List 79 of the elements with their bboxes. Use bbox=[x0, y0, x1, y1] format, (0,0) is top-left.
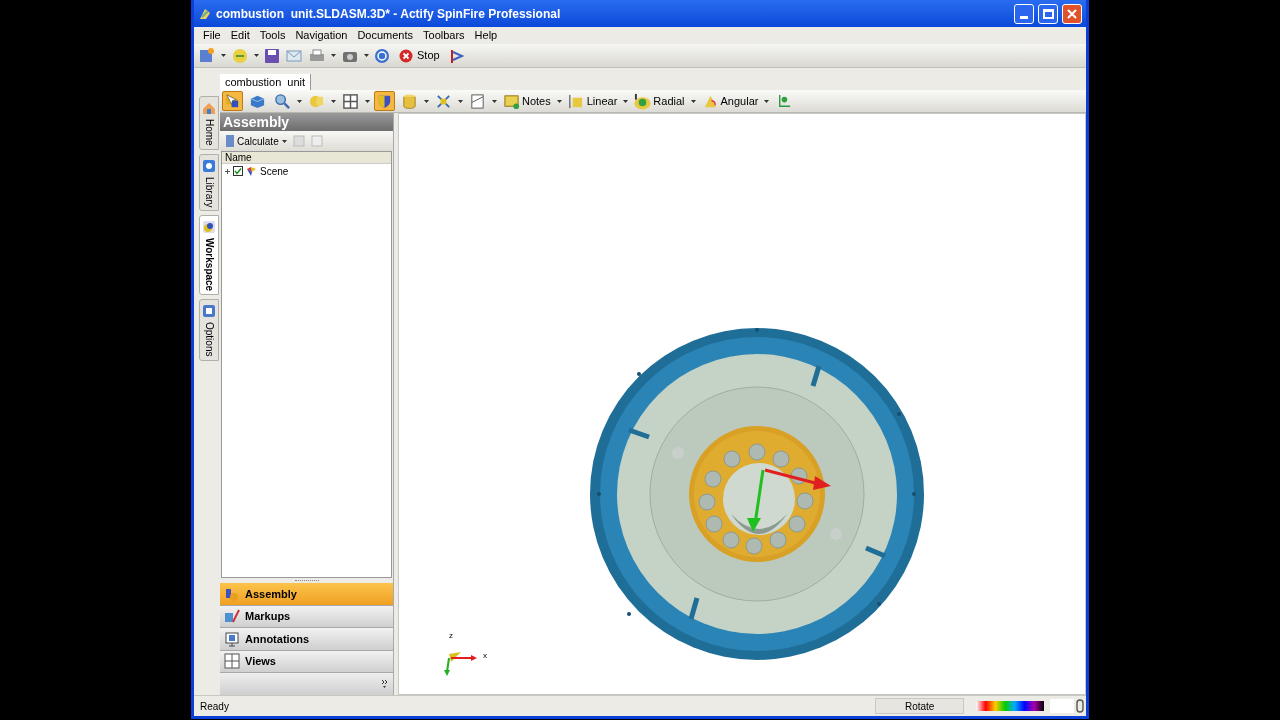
side-tab[interactable]: Workspace bbox=[199, 215, 219, 296]
panel-title: Assembly bbox=[220, 113, 393, 131]
column-header[interactable]: Name bbox=[222, 152, 391, 164]
menu-item[interactable]: Help bbox=[469, 27, 503, 44]
status-mode: Rotate bbox=[874, 698, 965, 714]
menu-item[interactable]: File bbox=[198, 27, 226, 44]
window-title: combustion unit.SLDASM.3D* - Actify SpinFire Professional bbox=[216, 5, 561, 23]
cylinder-icon bbox=[401, 92, 418, 110]
dropdown-caret-icon[interactable] bbox=[690, 99, 696, 103]
radial-dimension-icon bbox=[634, 92, 652, 110]
notes-icon bbox=[503, 92, 520, 110]
axis-label: z bbox=[449, 632, 453, 640]
dropdown-caret-icon[interactable] bbox=[424, 99, 429, 103]
close-button[interactable] bbox=[1062, 3, 1082, 24]
nav-button[interactable]: Markups bbox=[220, 605, 393, 628]
axis-label: x bbox=[483, 652, 487, 660]
house-icon bbox=[201, 100, 217, 116]
maximize-button[interactable] bbox=[1038, 3, 1058, 24]
toolbar-button[interactable]: Radial bbox=[632, 91, 687, 111]
scene-icon bbox=[246, 165, 257, 177]
linear-dimension-icon bbox=[567, 92, 585, 110]
grid-view-icon bbox=[342, 92, 359, 110]
mouse-icon bbox=[1076, 699, 1084, 713]
menu-item[interactable]: Tools bbox=[254, 27, 291, 44]
dropdown-caret-icon[interactable] bbox=[492, 99, 497, 103]
menu-item[interactable]: Edit bbox=[225, 27, 255, 44]
toolbar-button[interactable]: Linear bbox=[565, 91, 620, 111]
workspace-icon bbox=[201, 219, 217, 236]
stop-button[interactable]: Stop bbox=[395, 47, 444, 64]
app-icon bbox=[198, 6, 212, 21]
markup-icon bbox=[224, 608, 240, 625]
flag-icon[interactable] bbox=[448, 47, 465, 64]
dropdown-caret-icon[interactable] bbox=[365, 99, 370, 103]
dropdown-caret-icon[interactable] bbox=[623, 99, 629, 103]
dropdown-caret-icon[interactable] bbox=[764, 99, 770, 103]
menu-item[interactable]: Toolbars bbox=[418, 27, 470, 44]
side-tab[interactable]: Home bbox=[199, 96, 219, 150]
printer-icon[interactable] bbox=[308, 47, 326, 64]
select-arrow-icon bbox=[224, 92, 241, 110]
tree-item[interactable]: Scene bbox=[260, 163, 289, 179]
color-swatch bbox=[1050, 699, 1075, 713]
menu-item[interactable]: Documents bbox=[352, 27, 418, 44]
toolbar-button[interactable]: Notes bbox=[501, 91, 553, 111]
dropdown-caret-icon[interactable] bbox=[458, 99, 463, 103]
dropdown-caret-icon[interactable] bbox=[331, 99, 336, 103]
toolbar-button[interactable] bbox=[222, 91, 243, 111]
expand-icon[interactable] bbox=[225, 168, 230, 174]
close-icon bbox=[1067, 8, 1077, 19]
save-icon[interactable] bbox=[264, 47, 280, 64]
window-icon bbox=[201, 303, 217, 320]
dropdown-caret-icon[interactable] bbox=[556, 99, 562, 103]
dropdown-caret-icon[interactable] bbox=[364, 54, 369, 57]
more-buttons-icon[interactable] bbox=[382, 680, 387, 688]
side-tab[interactable]: Options bbox=[199, 299, 219, 361]
nav-button[interactable]: Views bbox=[220, 650, 393, 673]
minimize-button[interactable] bbox=[1014, 3, 1034, 24]
dropdown-caret-icon[interactable] bbox=[297, 99, 302, 103]
annotation-icon bbox=[224, 630, 240, 647]
new-document-icon[interactable] bbox=[198, 46, 216, 65]
dropdown-caret-icon bbox=[281, 139, 287, 143]
nav-button[interactable]: Annotations bbox=[220, 628, 393, 651]
toolbar-button[interactable] bbox=[272, 91, 293, 111]
toolbar-button[interactable]: Angular bbox=[699, 91, 761, 111]
dropdown-caret-icon[interactable] bbox=[221, 54, 226, 57]
menu-item[interactable]: Navigation bbox=[290, 27, 353, 44]
color-spectrum bbox=[976, 701, 1045, 711]
document-tab[interactable]: combustion unit bbox=[220, 74, 312, 90]
checkbox[interactable] bbox=[233, 166, 243, 176]
views-icon bbox=[224, 653, 240, 670]
status-message: Ready bbox=[199, 699, 230, 714]
dropdown-caret-icon[interactable] bbox=[331, 54, 336, 57]
zoom-icon bbox=[274, 92, 291, 110]
nav-button[interactable]: Assembly bbox=[220, 583, 393, 606]
section-icon bbox=[469, 92, 486, 110]
side-tab[interactable]: Library bbox=[199, 153, 219, 212]
dropdown-caret-icon[interactable] bbox=[254, 54, 259, 57]
toolbar-button[interactable] bbox=[340, 91, 361, 111]
stop-icon bbox=[399, 48, 413, 63]
toolbar-button[interactable] bbox=[374, 91, 395, 111]
